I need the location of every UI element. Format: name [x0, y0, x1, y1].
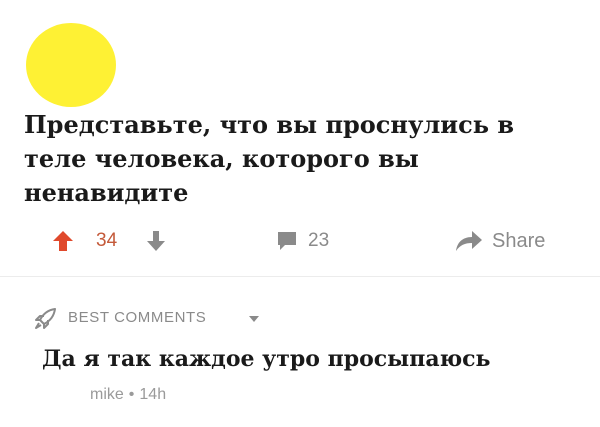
comment-meta: mike • 14h — [90, 385, 166, 405]
upvote-icon[interactable] — [52, 230, 74, 252]
downvote-icon[interactable] — [145, 230, 167, 252]
comments-count[interactable]: 23 — [308, 230, 329, 252]
best-comments-label: BEST COMMENTS — [68, 309, 207, 326]
comment-author[interactable]: mike — [90, 386, 124, 403]
post-card: Представьте, что вы проснулись в теле че… — [0, 0, 600, 427]
share-icon[interactable] — [455, 229, 483, 253]
meta-separator: • — [128, 386, 135, 403]
post-actions-bar: 34 23 Share — [0, 222, 600, 258]
comment-age: 14h — [139, 386, 167, 403]
chevron-down-icon[interactable] — [248, 315, 260, 323]
comment-icon[interactable] — [275, 229, 299, 253]
divider — [0, 276, 600, 277]
rocket-icon — [35, 308, 56, 329]
comment-text: Да я так каждое утро просыпаюсь — [42, 346, 491, 372]
score: 34 — [96, 230, 118, 251]
post-title[interactable]: Представьте, что вы проснулись в теле че… — [24, 108, 584, 210]
avatar[interactable] — [26, 23, 116, 107]
share-button[interactable]: Share — [492, 230, 545, 252]
